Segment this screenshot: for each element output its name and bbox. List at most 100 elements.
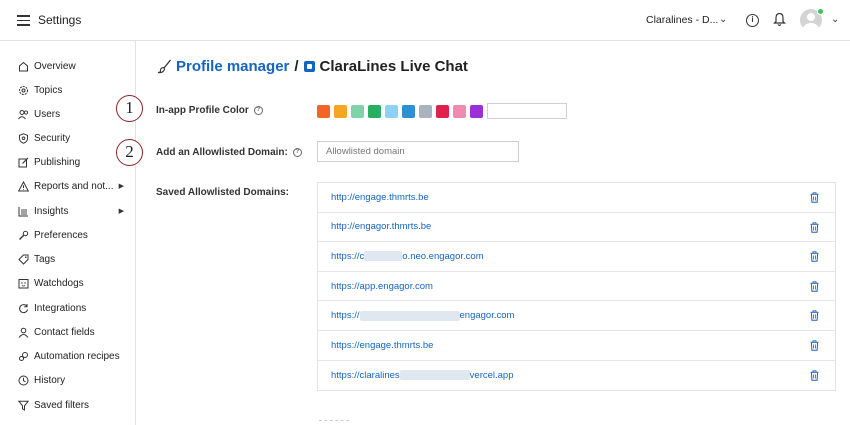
automation-icon bbox=[18, 351, 29, 362]
sidebar-item-label: Overview bbox=[34, 60, 76, 72]
sidebar-item-label: Security bbox=[34, 132, 71, 144]
profile-manager-link[interactable]: Profile manager bbox=[176, 58, 289, 75]
domain-link[interactable]: https://engage.thmrts.be bbox=[331, 340, 433, 351]
redacted-text bbox=[399, 370, 470, 381]
domain-text: https://engage.thmrts.be bbox=[331, 339, 434, 351]
allowlist-label-text: Add an Allowlisted Domain: bbox=[156, 147, 288, 158]
sidebar-item-saved-filters[interactable]: Saved filters bbox=[18, 396, 130, 414]
sidebar-item-label: Tags bbox=[34, 253, 56, 265]
sidebar-item-automation-recipes[interactable]: Automation recipes bbox=[18, 347, 130, 365]
filter-icon bbox=[18, 400, 29, 411]
sidebar-item-label: Saved filters bbox=[34, 399, 90, 411]
sidebar-item-reports[interactable]: Reports and not... ▶ bbox=[18, 177, 130, 195]
sidebar-item-preferences[interactable]: Preferences bbox=[18, 226, 130, 244]
domain-text: http://engagor.thmrts.be bbox=[331, 221, 432, 233]
domain-link[interactable]: http://engage.thmrts.be bbox=[331, 192, 429, 203]
domain-link[interactable]: http://engagor.thmrts.be bbox=[331, 221, 431, 232]
color-swatch[interactable] bbox=[385, 104, 398, 118]
sidebar-item-label: Automation recipes bbox=[34, 350, 120, 362]
color-swatch[interactable] bbox=[402, 104, 415, 118]
color-swatch[interactable] bbox=[419, 104, 432, 118]
sidebar-item-overview[interactable]: Overview bbox=[18, 57, 130, 75]
trash-icon[interactable] bbox=[810, 310, 819, 322]
trash-icon[interactable] bbox=[810, 221, 819, 233]
account-switcher[interactable]: Claralines - D... bbox=[646, 14, 718, 26]
info-icon[interactable]: i bbox=[746, 14, 759, 27]
sidebar-item-integrations[interactable]: Integrations bbox=[18, 299, 130, 317]
domain-row: https:// engagor.com bbox=[318, 301, 835, 331]
sidebar-item-tags[interactable]: Tags bbox=[18, 250, 130, 268]
color-swatch[interactable] bbox=[334, 104, 347, 118]
color-swatch[interactable] bbox=[368, 104, 381, 118]
sidebar-item-label: Topics bbox=[34, 84, 63, 96]
color-swatch[interactable] bbox=[453, 104, 466, 118]
trash-icon[interactable] bbox=[810, 281, 819, 292]
saved-domains-label: Saved Allowlisted Domains: bbox=[156, 187, 289, 198]
trash-icon[interactable] bbox=[810, 251, 819, 262]
domain-row: https://app.engagor.com bbox=[318, 272, 835, 302]
chevron-down-icon[interactable]: ⌄ bbox=[719, 14, 727, 25]
sidebar-item-users[interactable]: Users bbox=[18, 105, 130, 123]
sidebar-item-history[interactable]: History bbox=[18, 371, 130, 389]
trash-icon[interactable] bbox=[810, 340, 819, 351]
custom-color-input[interactable] bbox=[487, 103, 567, 119]
sidebar-item-watchdogs[interactable]: Watchdogs bbox=[18, 274, 130, 292]
top-bar: Settings Claralines - D... ⌄ i ⌄ bbox=[0, 0, 850, 41]
sidebar-item-publishing[interactable]: Publishing bbox=[18, 153, 130, 171]
home-icon bbox=[18, 61, 29, 72]
sidebar-item-label: Watchdogs bbox=[34, 277, 84, 289]
breadcrumb-separator: / bbox=[294, 58, 299, 75]
color-swatch[interactable] bbox=[470, 104, 483, 118]
sidebar-item-label: Reports and not... bbox=[34, 180, 114, 192]
edit-icon bbox=[18, 157, 29, 168]
sidebar-item-label: Insights bbox=[34, 205, 69, 217]
sidebar-item-security[interactable]: Security bbox=[18, 129, 130, 147]
sidebar-item-topics[interactable]: Topics bbox=[18, 81, 130, 99]
domain-text: https://claralines bbox=[331, 369, 400, 381]
menu-icon[interactable] bbox=[17, 15, 30, 26]
chevron-down-icon[interactable]: ⌄ bbox=[831, 14, 839, 25]
trash-icon[interactable] bbox=[810, 192, 819, 203]
profile-color-label: In-app Profile Color ? bbox=[156, 105, 263, 116]
sidebar-item-label: Preferences bbox=[34, 229, 88, 241]
caret-right-icon: ▶ bbox=[118, 183, 124, 190]
domain-text: https://c bbox=[331, 250, 365, 262]
domain-text: vercel.app bbox=[469, 369, 514, 381]
domain-link[interactable]: https://claralines vercel.app bbox=[331, 370, 514, 381]
sidebar-item-label: Publishing bbox=[34, 156, 81, 168]
color-swatch[interactable] bbox=[351, 104, 364, 118]
redacted-text bbox=[364, 251, 403, 262]
sidebar: Overview Topics Users Security Publishin… bbox=[0, 41, 136, 425]
sidebar-item-contact-fields[interactable]: Contact fields bbox=[18, 323, 130, 341]
sidebar-item-label: History bbox=[34, 374, 66, 386]
info-icon[interactable]: ? bbox=[253, 106, 263, 115]
allowlisted-domain-input[interactable] bbox=[317, 141, 519, 162]
color-swatch[interactable] bbox=[317, 104, 330, 118]
saved-domains-list: http://engage.thmrts.be http://engagor.th… bbox=[317, 182, 836, 392]
info-icon[interactable]: ? bbox=[292, 148, 302, 157]
domain-link[interactable]: https:// engagor.com bbox=[331, 310, 514, 321]
watchdog-icon bbox=[18, 278, 29, 289]
trash-icon[interactable] bbox=[810, 369, 819, 381]
sync-icon bbox=[18, 303, 29, 314]
sidebar-item-label: Integrations bbox=[34, 302, 87, 314]
color-swatch[interactable] bbox=[436, 104, 449, 118]
shield-icon bbox=[18, 132, 29, 144]
brush-icon bbox=[157, 59, 172, 74]
warning-icon bbox=[18, 180, 29, 192]
person-icon bbox=[18, 327, 29, 338]
online-status-dot bbox=[817, 8, 824, 15]
bell-icon[interactable] bbox=[773, 12, 786, 27]
domain-link[interactable]: https://app.engagor.com bbox=[331, 281, 433, 292]
callout-marker-2: 2 bbox=[116, 139, 143, 166]
sidebar-item-label: Contact fields bbox=[34, 326, 95, 338]
domain-row: https://claralines vercel.app bbox=[318, 361, 835, 391]
breadcrumb-current: ClaraLines Live Chat bbox=[319, 58, 468, 75]
domain-text: engagor.com bbox=[459, 310, 515, 322]
users-icon bbox=[18, 109, 29, 120]
sidebar-item-insights[interactable]: Insights ▶ bbox=[18, 202, 130, 220]
live-chat-icon bbox=[303, 61, 315, 72]
domain-row: http://engage.thmrts.be bbox=[318, 183, 835, 213]
domain-link[interactable]: https://c o.neo.engagor.com bbox=[331, 251, 484, 262]
divider bbox=[319, 420, 349, 421]
